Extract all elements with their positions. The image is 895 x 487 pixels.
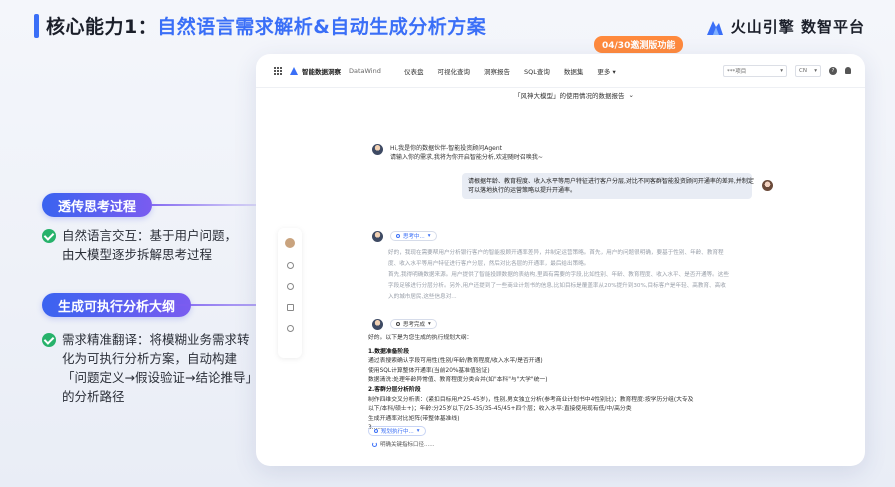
thinking-done-label: 思考完成	[403, 322, 426, 328]
feature-text-line: 的分析路径	[62, 389, 125, 404]
user-avatar	[762, 180, 773, 191]
thinking-line: 首先,我得明确数据来源。用户提供了智能投顾数据的表结构,里面有需要的字段,比如性…	[388, 272, 729, 278]
side-toolbar	[278, 228, 302, 358]
plan-line: 3......	[368, 425, 383, 432]
nav-menu: 仪表盘 可视化查询 洞察报告 SQL查询 数据集 更多 ▾	[404, 66, 616, 76]
app-brand-sub: DataWind	[349, 66, 381, 75]
chevron-down-icon: ▾	[427, 233, 431, 239]
greeting-line: 请输入你的需求,我将为你开启智能分析,欢迎随时召唤我~	[390, 154, 543, 161]
project-select-value: ***项目	[727, 68, 747, 75]
feature-text-line: 化为可执行分析方案，自动构建	[62, 351, 238, 366]
thinking-line: 度、收入水平等用户特征进行客户分层，然后对比各层的开通率，最后给出策略。	[388, 261, 590, 267]
nav-item-visual-query[interactable]: 可视化查询	[438, 66, 471, 76]
plan-intro: 好的。以下是为您生成的执行规划大纲：	[368, 335, 473, 341]
nav-item-dataset[interactable]: 数据集	[564, 66, 584, 76]
plan-line: 生成开通率对比矩阵(带整体基准线)	[368, 415, 460, 422]
loading-icon	[396, 234, 400, 238]
thinking-line: 字段足够进行分层分析。另外,用户还提到了一些商业计划书的信息,比如目标是覆盖率从…	[388, 283, 726, 289]
thinking-chip[interactable]: 思考中... ▾	[390, 231, 437, 241]
loading-icon	[374, 429, 378, 433]
feature-item-thinking: 自然语言交互：基于用户问题， 由大模型逐步拆解思考过程	[42, 226, 237, 264]
datawind-logo-icon	[290, 66, 298, 75]
app-brand: 智能数据洞察	[302, 67, 341, 76]
plan-heading: 2.客群分层分析阶段	[368, 386, 421, 393]
title-prefix: 核心能力1：	[46, 16, 158, 38]
execution-status-text: 明确关键指标口径......	[380, 442, 435, 448]
plan-line: 数据清洗:处理年龄异常值、教育程度分类合并(如"本科"与"大学"统一)	[368, 377, 548, 384]
title-accent-bar	[34, 14, 39, 38]
feature-pill-plan: 生成可执行分析大纲	[42, 293, 192, 317]
feature-item-plan: 需求精准翻译：将模糊业务需求转 化为可执行分析方案，自动构建 「问题定义→假设验…	[42, 330, 258, 406]
plan-outline: 好的。以下是为您生成的执行规划大纲： 1.数据准备阶段 通过表搜索确认字段可用性…	[368, 334, 758, 434]
agent-avatar	[372, 319, 383, 330]
brand-name: 火山引擎 数智平台	[730, 18, 865, 36]
top-navigation: 智能数据洞察 DataWind 仪表盘 可视化查询 洞察报告 SQL查询 数据集…	[256, 54, 865, 88]
title-main: 自然语言需求解析&自动生成分析方案	[157, 16, 487, 38]
conversation-title-text: 「风神大模型」的使用情况的数据报告	[514, 92, 625, 100]
thinking-chip-label: 思考中...	[403, 234, 425, 240]
nav-item-dashboard[interactable]: 仪表盘	[404, 66, 424, 76]
feature-text-line: 由大模型逐步拆解思考过程	[62, 247, 213, 262]
chevron-down-icon: ▾	[780, 67, 783, 74]
feature-text-line: 「问题定义→假设验证→结论推导」	[62, 370, 258, 385]
thinking-text: 好的，我现在需要帮用户分析银行客户的智能投顾开通率差异，并制定运营策略。首先，用…	[388, 248, 758, 303]
agent-avatar[interactable]	[285, 238, 295, 248]
thinking-line: 入的城市居民,这些信息对...	[388, 294, 457, 300]
chevron-down-icon: ▾	[416, 428, 420, 434]
user-message-line: 请根据年龄、教育程度、收入水平等用户特征进行客户分层,对比不同客群智能投资顾问开…	[468, 178, 754, 185]
history-icon[interactable]	[286, 283, 294, 290]
chevron-down-icon: ▾	[428, 321, 431, 327]
plan-executing-label: 规划执行中...	[381, 429, 414, 435]
nav-item-sql-query[interactable]: SQL查询	[524, 66, 550, 76]
check-icon	[42, 333, 56, 347]
slide-title: 核心能力1：自然语言需求解析&自动生成分析方案	[46, 12, 486, 39]
plan-line: 以下/本科/硕士+)；年龄:分25岁以下/25-35/35-45/45+四个层；…	[368, 406, 632, 413]
agent-avatar	[372, 144, 383, 155]
thinking-done-chip[interactable]: 思考完成 ▾	[390, 319, 437, 329]
greeting-line: Hi,我是你的数据伙伴-智能投资顾问Agent	[390, 145, 503, 152]
check-icon	[42, 229, 56, 243]
execution-status: 明确关键指标口径......	[372, 440, 435, 448]
agent-avatar	[372, 231, 383, 242]
plan-line: 制作四维交叉分析表：(紧扣目标用户25-45岁)，性别,男女独立分析(参考商业计…	[368, 396, 694, 403]
app-grid-icon[interactable]	[274, 66, 282, 75]
thinking-line: 好的，我现在需要帮用户分析银行客户的智能投顾开通率差异，并制定运营策略。首先，用…	[388, 250, 724, 256]
user-message: 请根据年龄、教育程度、收入水平等用户特征进行客户分层,对比不同客群智能投资顾问开…	[462, 173, 754, 199]
plan-heading: 1.数据准备阶段	[368, 348, 410, 355]
nav-item-insight-report[interactable]: 洞察报告	[484, 66, 510, 76]
star-icon[interactable]	[286, 304, 294, 311]
feature-text-line: 需求精准翻译：将模糊业务需求转	[62, 332, 250, 347]
chat-icon[interactable]	[286, 262, 294, 269]
chat-area: 「风神大模型」的使用情况的数据报告 ⌄ Hi,我是你的数据伙伴-智能投资顾问Ag…	[366, 88, 846, 466]
help-icon[interactable]: ?	[829, 66, 837, 75]
bell-icon[interactable]	[845, 67, 851, 74]
user-message-line: 可以落地执行的运营策略以提升开通率。	[468, 187, 577, 194]
spinner-icon	[372, 441, 377, 447]
agent-greeting: Hi,我是你的数据伙伴-智能投资顾问Agent 请输入你的需求,我将为你开启智能…	[390, 144, 543, 162]
conversation-title[interactable]: 「风神大模型」的使用情况的数据报告 ⌄	[514, 88, 634, 102]
language-select[interactable]: CN ▾	[795, 64, 821, 77]
feature-text-line: 自然语言交互：基于用户问题，	[62, 228, 238, 243]
volcano-logo-icon	[706, 20, 723, 35]
plan-line: 使用SQL计算整体开通率(当前20%基准值验证)	[368, 367, 490, 374]
app-window: 智能数据洞察 DataWind 仪表盘 可视化查询 洞察报告 SQL查询 数据集…	[256, 54, 865, 466]
nav-right-tools: ***项目 ▾ CN ▾ ?	[723, 64, 851, 77]
feature-pill-thinking: 透传思考过程	[42, 193, 153, 217]
language-select-value: CN	[799, 67, 807, 74]
version-badge: 04/30邀测版功能	[594, 36, 684, 53]
nav-item-more[interactable]: 更多 ▾	[597, 66, 615, 76]
settings-icon[interactable]	[286, 325, 294, 332]
project-select[interactable]: ***项目 ▾	[723, 64, 787, 77]
plan-line: 通过表搜索确认字段可用性(性别/年龄/教育程度/收入水平/是否开通)	[368, 358, 543, 365]
check-circle-icon	[396, 322, 400, 326]
brand-logo-block: 火山引擎 数智平台	[705, 16, 865, 37]
chevron-down-icon: ▾	[814, 67, 817, 74]
chevron-down-icon: ⌄	[628, 91, 634, 99]
plan-executing-chip[interactable]: 规划执行中... ▾	[368, 426, 426, 436]
